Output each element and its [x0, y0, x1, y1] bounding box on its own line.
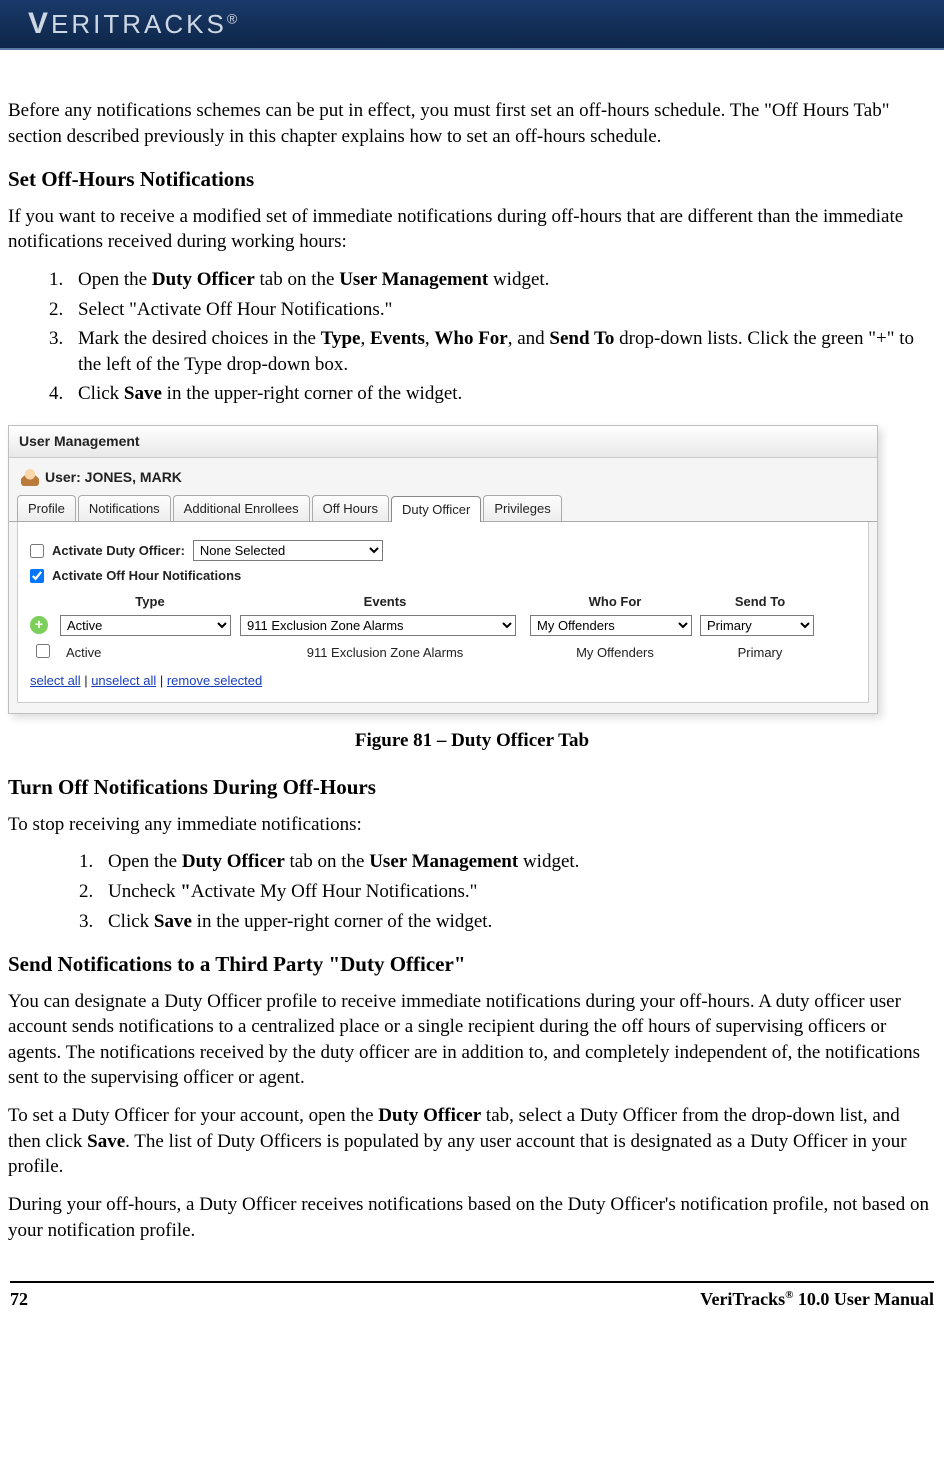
intro-paragraph: Before any notifications schemes can be …: [8, 98, 936, 149]
page-footer: 72 VeriTracks® 10.0 User Manual: [10, 1281, 934, 1321]
activate-duty-officer-checkbox[interactable]: [30, 544, 44, 558]
row-checkbox[interactable]: [36, 644, 50, 658]
tab-notifications[interactable]: Notifications: [78, 495, 171, 522]
figure-caption: Figure 81 – Duty Officer Tab: [8, 728, 936, 754]
row-sendto: Primary: [700, 640, 820, 666]
step-3: Mark the desired choices in the Type, Ev…: [68, 326, 936, 377]
footer-title: VeriTracks® 10.0 User Manual: [700, 1287, 934, 1311]
activate-offhour-label: Activate Off Hour Notifications: [52, 567, 241, 585]
s2-step-3: Click Save in the upper-right corner of …: [98, 909, 936, 935]
col-whofor: Who For: [530, 593, 700, 611]
duty-officer-select[interactable]: None Selected: [193, 540, 383, 561]
section3-heading: Send Notifications to a Third Party "Dut…: [8, 950, 936, 978]
bulk-links: select all | unselect all | remove selec…: [30, 672, 856, 690]
row-events: 911 Exclusion Zone Alarms: [240, 640, 530, 666]
section1-steps: Open the Duty Officer tab on the User Ma…: [68, 267, 936, 407]
section2-lead: To stop receiving any immediate notifica…: [8, 812, 936, 838]
activate-offhour-checkbox[interactable]: [30, 569, 44, 583]
col-events: Events: [240, 593, 530, 611]
row-whofor: My Offenders: [530, 640, 700, 666]
section1-heading: Set Off-Hours Notifications: [8, 165, 936, 193]
section3-p3: During your off-hours, a Duty Officer re…: [8, 1192, 936, 1243]
table-row: Active 911 Exclusion Zone Alarms My Offe…: [30, 640, 856, 667]
editor-row: + Active 911 Exclusion Zone Alarms My Of…: [30, 615, 856, 636]
s2-step-1: Open the Duty Officer tab on the User Ma…: [98, 849, 936, 875]
unselect-all-link[interactable]: unselect all: [91, 673, 156, 688]
logo-text: ERITRACKS: [51, 9, 227, 39]
duty-officer-panel: Activate Duty Officer: None Selected Act…: [17, 522, 869, 702]
logo-reg: ®: [227, 10, 237, 26]
select-all-link[interactable]: select all: [30, 673, 81, 688]
s2-step-2: Uncheck "Activate My Off Hour Notificati…: [98, 879, 936, 905]
tab-duty-officer[interactable]: Duty Officer: [391, 496, 481, 523]
col-type: Type: [60, 593, 240, 611]
row-type: Active: [60, 640, 240, 666]
section3-p1: You can designate a Duty Officer profile…: [8, 989, 936, 1092]
type-select[interactable]: Active: [60, 615, 231, 636]
events-select[interactable]: 911 Exclusion Zone Alarms: [240, 615, 516, 636]
tab-privileges[interactable]: Privileges: [483, 495, 561, 522]
tab-off-hours[interactable]: Off Hours: [312, 495, 389, 522]
section2-steps: Open the Duty Officer tab on the User Ma…: [98, 849, 936, 934]
sendto-select[interactable]: Primary: [700, 615, 814, 636]
tab-strip: Profile Notifications Additional Enrolle…: [9, 495, 877, 523]
step-1: Open the Duty Officer tab on the User Ma…: [68, 267, 936, 293]
section1-lead: If you want to receive a modified set of…: [8, 204, 936, 255]
tab-additional-enrollees[interactable]: Additional Enrollees: [173, 495, 310, 522]
app-header: VERITRACKS®: [0, 0, 944, 50]
widget-title: User Management: [9, 426, 877, 458]
section3-p2: To set a Duty Officer for your account, …: [8, 1103, 936, 1180]
activate-duty-officer-label: Activate Duty Officer:: [52, 542, 185, 560]
col-sendto: Send To: [700, 593, 820, 611]
add-row-icon[interactable]: +: [30, 616, 48, 634]
user-row: User: JONES, MARK: [9, 458, 877, 495]
column-headers: Type Events Who For Send To: [30, 593, 856, 611]
user-label: User: JONES, MARK: [45, 468, 182, 487]
user-icon: [21, 468, 39, 486]
remove-selected-link[interactable]: remove selected: [167, 673, 262, 688]
step-4: Click Save in the upper-right corner of …: [68, 381, 936, 407]
step-2: Select "Activate Off Hour Notifications.…: [68, 297, 936, 323]
section2-heading: Turn Off Notifications During Off-Hours: [8, 773, 936, 801]
logo: VERITRACKS®: [28, 4, 237, 45]
whofor-select[interactable]: My Offenders: [530, 615, 692, 636]
tab-profile[interactable]: Profile: [17, 495, 76, 522]
user-management-widget: User Management User: JONES, MARK Profil…: [8, 425, 878, 714]
page-number: 72: [10, 1287, 28, 1311]
